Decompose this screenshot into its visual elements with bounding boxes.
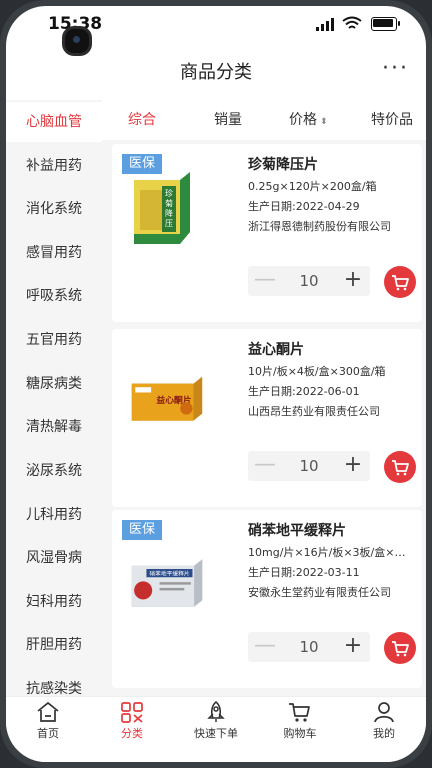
sidebar-item-ent[interactable]: 五官用药 [6, 320, 102, 360]
manufacturer: 浙江得恩德制药股份有限公司 [248, 220, 391, 233]
increase-button[interactable]: + [336, 451, 370, 481]
insurance-badge: 医保 [122, 520, 162, 540]
svg-text:压: 压 [165, 219, 173, 228]
sidebar-item-rheumatism[interactable]: 风湿骨病 [6, 538, 102, 578]
sort-sales[interactable]: 销量 [214, 100, 242, 140]
tab-category-label: 分类 [121, 727, 143, 740]
bottom-tab-bar: 首页 分类 快速下单 购物车 我的 [6, 696, 426, 762]
product-name[interactable]: 硝苯地平缓释片 [248, 520, 346, 540]
tab-home-label: 首页 [37, 727, 59, 740]
production-date: 生产日期:2022-04-29 [248, 200, 360, 213]
sort-special[interactable]: 特价品 [371, 100, 413, 140]
home-icon [37, 701, 59, 722]
add-to-cart-button[interactable] [384, 451, 416, 483]
production-date: 生产日期:2022-03-11 [248, 566, 360, 579]
sort-comprehensive[interactable]: 综合 [128, 100, 156, 140]
product-name[interactable]: 益心酮片 [248, 339, 304, 359]
more-icon[interactable]: ··· [382, 56, 409, 81]
sidebar-item-diabetes[interactable]: 糖尿病类 [6, 364, 102, 404]
sidebar-item-cardio[interactable]: 心脑血管 [6, 102, 102, 142]
add-to-cart-button[interactable] [384, 266, 416, 298]
quantity-value[interactable]: 10 [282, 451, 336, 481]
product-spec: 10mg/片×16片/板×3板/盒×3... [248, 546, 408, 559]
signal-icon [316, 18, 334, 31]
tab-mine[interactable]: 我的 [342, 701, 426, 741]
svg-text:降: 降 [165, 208, 173, 218]
product-image: 益心酮片 [131, 376, 203, 421]
svg-text:硝苯地平缓释片: 硝苯地平缓释片 [149, 570, 189, 578]
cart-icon [289, 703, 310, 722]
cart-icon [392, 641, 409, 657]
svg-text:珍: 珍 [165, 188, 173, 198]
page-title: 商品分类 [180, 62, 252, 83]
product-card[interactable]: 医保 珍 菊 降 压 珍菊降压片 0.25g×120片×200盒/箱 生产日期:… [112, 144, 422, 322]
battery-icon [371, 17, 400, 31]
sidebar-item-liver[interactable]: 肝胆用药 [6, 625, 102, 665]
wifi-icon [342, 16, 362, 29]
phone-frame: 15:38 商品分类 ··· 心脑血管 补益用药 消化系统 感冒用药 呼吸系统 … [0, 0, 432, 768]
decrease-button[interactable]: — [248, 451, 282, 481]
sort-price[interactable]: 价格 ⬍ [289, 100, 328, 140]
tab-cart[interactable]: 购物车 [258, 701, 342, 741]
product-card[interactable]: 医保 硝苯地平缓释片 硝苯地平缓释片 10mg/片×16片/板×3板/盒×3..… [112, 510, 422, 688]
sidebar-item-urinary[interactable]: 泌尿系统 [6, 451, 102, 491]
product-card[interactable]: 益心酮片 益心酮片 10片/板×4板/盒×300盒/箱 生产日期:2022-06… [112, 329, 422, 507]
sidebar-item-tonic[interactable]: 补益用药 [6, 146, 102, 186]
quantity-stepper: — 10 + [248, 632, 370, 662]
cart-icon [392, 460, 409, 476]
product-name[interactable]: 珍菊降压片 [248, 154, 318, 174]
quantity-value[interactable]: 10 [282, 632, 336, 662]
sidebar-item-pediatric[interactable]: 儿科用药 [6, 495, 102, 535]
user-icon [374, 702, 394, 723]
page-header: 商品分类 ··· [6, 46, 426, 96]
product-spec: 10片/板×4板/盒×300盒/箱 [248, 365, 386, 378]
category-sidebar: 心脑血管 补益用药 消化系统 感冒用药 呼吸系统 五官用药 糖尿病类 清热解毒 … [6, 100, 102, 700]
rocket-icon [207, 701, 225, 722]
sidebar-item-cold[interactable]: 感冒用药 [6, 233, 102, 273]
svg-text:菊: 菊 [165, 198, 173, 208]
manufacturer: 安徽永生堂药业有限责任公司 [248, 586, 391, 599]
sort-price-label: 价格 [289, 112, 317, 128]
tab-cart-label: 购物车 [283, 727, 317, 740]
product-spec: 0.25g×120片×200盒/箱 [248, 180, 377, 193]
sort-bar: 综合 销量 价格 ⬍ 特价品 [102, 100, 426, 140]
decrease-button[interactable]: — [248, 266, 282, 296]
sidebar-item-gynecology[interactable]: 妇科用药 [6, 582, 102, 622]
decrease-button[interactable]: — [248, 632, 282, 662]
status-bar: 15:38 [6, 6, 426, 56]
increase-button[interactable]: + [336, 632, 370, 662]
tab-mine-label: 我的 [373, 727, 395, 740]
category-icon [121, 702, 143, 723]
product-image: 珍 菊 降 压 [134, 172, 190, 244]
sidebar-item-respiratory[interactable]: 呼吸系统 [6, 276, 102, 316]
tab-quick-order[interactable]: 快速下单 [174, 701, 258, 741]
quantity-value[interactable]: 10 [282, 266, 336, 296]
tab-quick-order-label: 快速下单 [194, 727, 238, 740]
cart-icon [392, 275, 409, 291]
add-to-cart-button[interactable] [384, 632, 416, 664]
insurance-badge: 医保 [122, 154, 162, 174]
sidebar-item-digestive[interactable]: 消化系统 [6, 189, 102, 229]
increase-button[interactable]: + [336, 266, 370, 296]
quantity-stepper: — 10 + [248, 451, 370, 481]
production-date: 生产日期:2022-06-01 [248, 385, 360, 398]
app-screen: 15:38 商品分类 ··· 心脑血管 补益用药 消化系统 感冒用药 呼吸系统 … [6, 6, 426, 762]
quantity-stepper: — 10 + [248, 266, 370, 296]
manufacturer: 山西昂生药业有限责任公司 [248, 405, 380, 418]
sort-arrows-icon: ⬍ [320, 117, 328, 127]
sidebar-item-detox[interactable]: 清热解毒 [6, 407, 102, 447]
product-image: 硝苯地平缓释片 [131, 559, 203, 607]
tab-home[interactable]: 首页 [6, 701, 90, 741]
tab-category[interactable]: 分类 [90, 701, 174, 741]
product-list: 医保 珍 菊 降 压 珍菊降压片 0.25g×120片×200盒/箱 生产日期:… [102, 140, 426, 700]
